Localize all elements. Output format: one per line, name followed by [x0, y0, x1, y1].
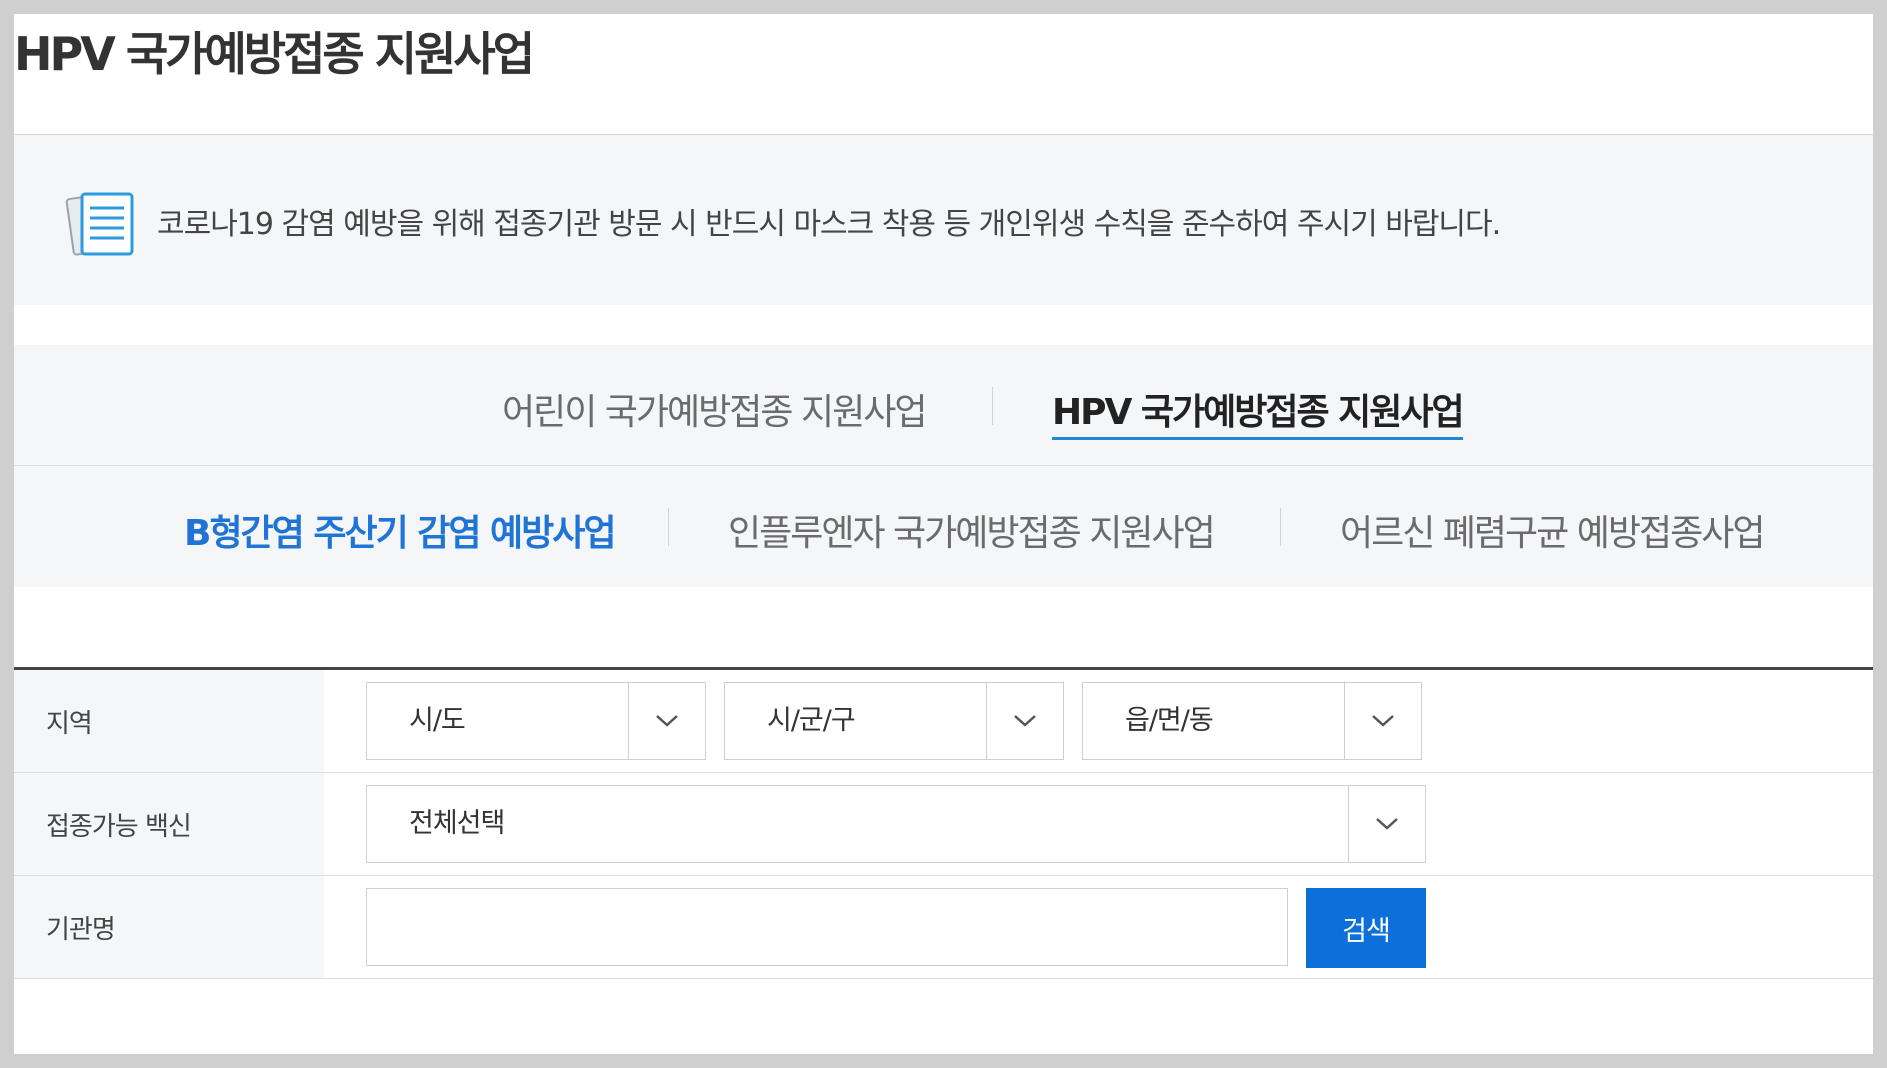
chevron-down-icon[interactable] — [1344, 683, 1421, 759]
chevron-down-icon[interactable] — [628, 683, 705, 759]
institution-label: 기관명 — [14, 876, 324, 978]
eupmyeondong-select-value: 읍/면/동 — [1125, 705, 1214, 736]
eupmyeondong-select[interactable]: 읍/면/동 — [1082, 682, 1422, 760]
sido-select[interactable]: 시/도 — [366, 682, 706, 760]
search-form: 지역 시/도 시/군/구 읍/면/동 접종가능 백신 전체선택 기관명 검색 — [14, 667, 1873, 979]
tab-pneumococcal[interactable]: 어르신 폐렴구균 예방접종사업 — [1340, 504, 1765, 556]
chevron-down-icon[interactable] — [1348, 786, 1425, 862]
notice-box: 코로나19 감염 예방을 위해 접종기관 방문 시 반드시 마스크 착용 등 개… — [14, 135, 1873, 305]
sigungu-select-value: 시/군/구 — [767, 705, 856, 736]
tab-influenza[interactable]: 인플루엔자 국가예방접종 지원사업 — [728, 504, 1216, 556]
region-label: 지역 — [14, 670, 324, 772]
form-row-institution: 기관명 검색 — [14, 876, 1873, 979]
page: HPV 국가예방접종 지원사업 코로나19 감염 예방을 위해 접종기관 방문 … — [14, 14, 1873, 1054]
notice-text: 코로나19 감염 예방을 위해 접종기관 방문 시 반드시 마스크 착용 등 개… — [157, 207, 1501, 242]
vaccine-select-value: 전체선택 — [409, 808, 505, 839]
document-list-icon — [65, 192, 134, 256]
vaccine-select[interactable]: 전체선택 — [366, 785, 1426, 863]
tab-hpv-vaccination[interactable]: HPV 국가예방접종 지원사업 — [1052, 383, 1465, 440]
vaccine-label: 접종가능 백신 — [14, 773, 324, 875]
institution-name-input[interactable] — [366, 888, 1288, 966]
sido-select-value: 시/도 — [409, 705, 466, 736]
tab-separator — [668, 508, 669, 546]
tab-row-2: B형간염 주산기 감염 예방사업 인플루엔자 국가예방접종 지원사업 어르신 폐… — [14, 466, 1873, 586]
tab-separator — [992, 387, 993, 425]
tab-separator — [1280, 508, 1281, 546]
tab-hepatitis-b[interactable]: B형간염 주산기 감염 예방사업 — [184, 504, 616, 556]
page-title: HPV 국가예방접종 지원사업 — [14, 27, 535, 81]
program-tabs: 어린이 국가예방접종 지원사업 HPV 국가예방접종 지원사업 B형간염 주산기… — [14, 345, 1873, 587]
tab-child-vaccination[interactable]: 어린이 국가예방접종 지원사업 — [502, 383, 927, 435]
sigungu-select[interactable]: 시/군/구 — [724, 682, 1064, 760]
chevron-down-icon[interactable] — [986, 683, 1063, 759]
form-row-vaccine: 접종가능 백신 전체선택 — [14, 773, 1873, 876]
tab-row-1: 어린이 국가예방접종 지원사업 HPV 국가예방접종 지원사업 — [14, 345, 1873, 466]
search-button[interactable]: 검색 — [1306, 888, 1426, 968]
form-row-region: 지역 시/도 시/군/구 읍/면/동 — [14, 670, 1873, 773]
